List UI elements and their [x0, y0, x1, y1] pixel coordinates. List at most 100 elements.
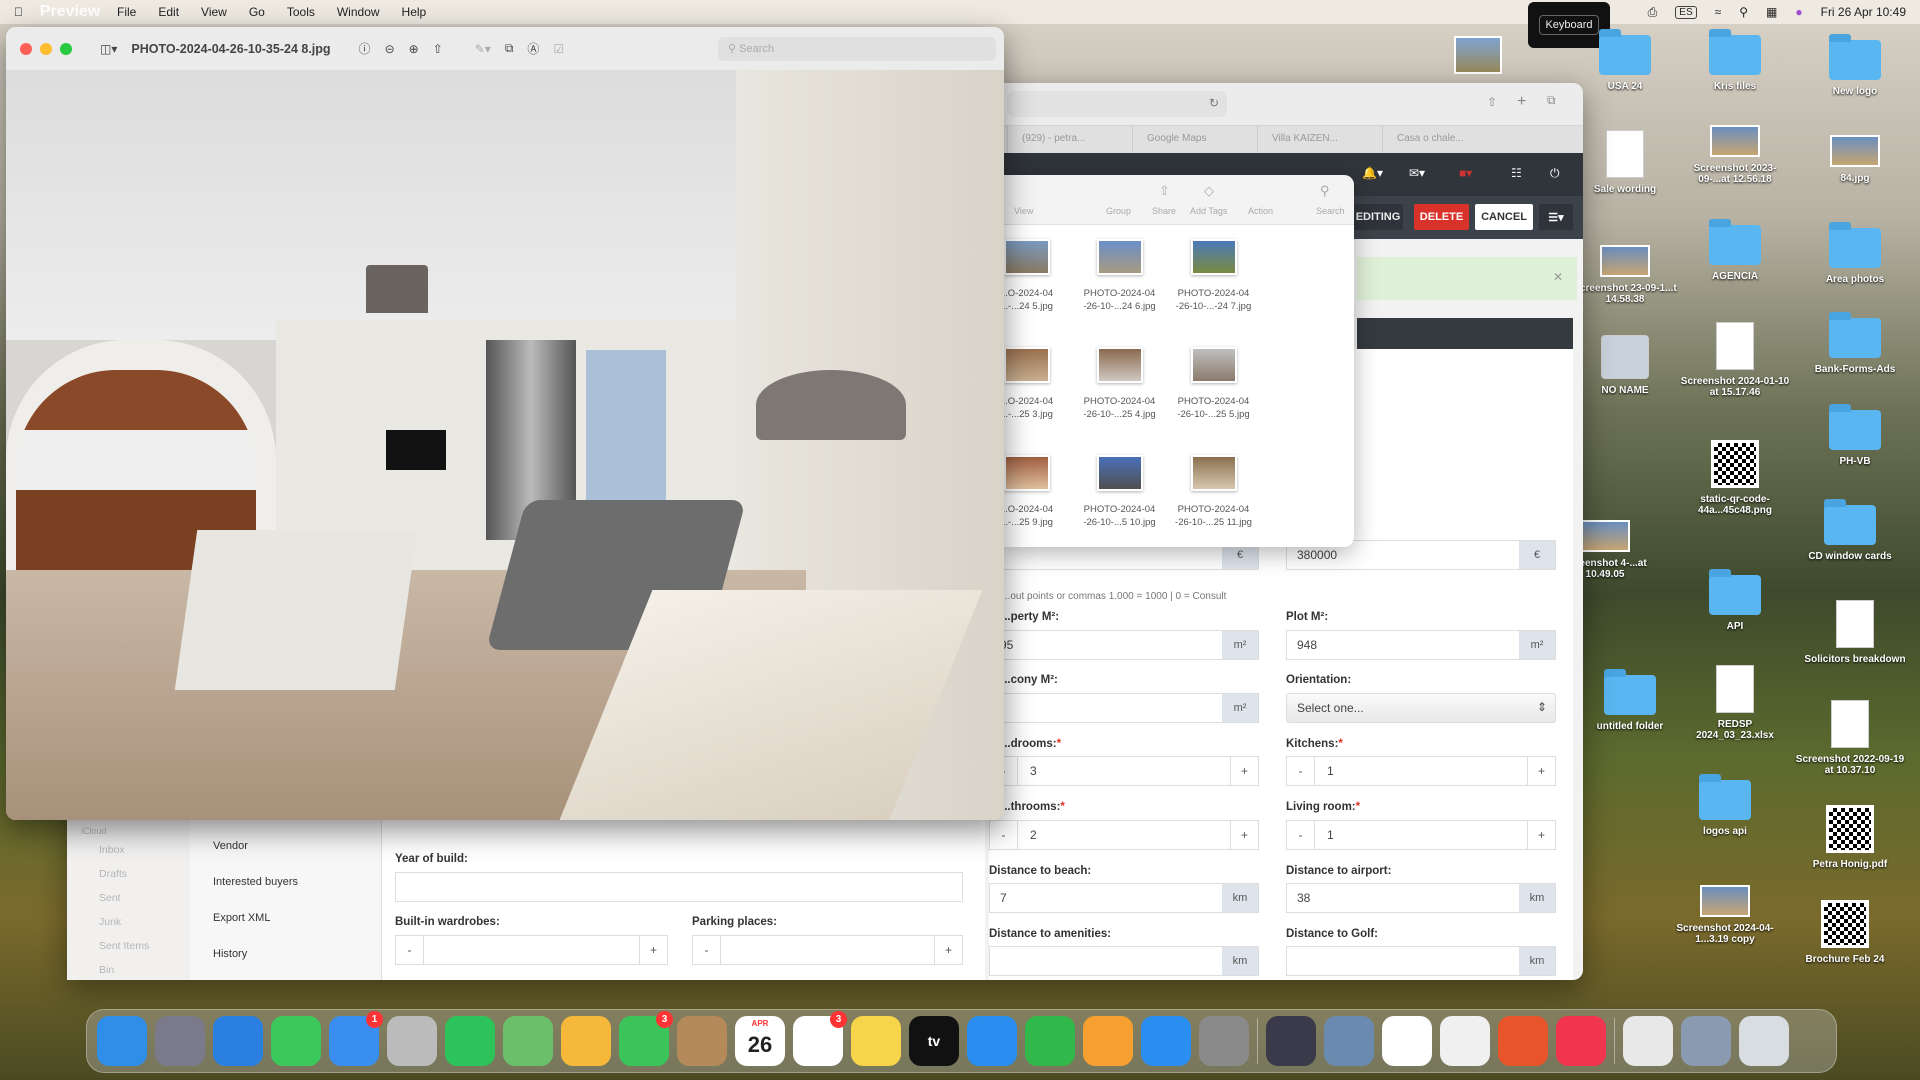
desktop-icon[interactable]: Screenshot 2024-04-1...3.19 copy [1670, 885, 1780, 945]
dock-keynote-icon[interactable] [967, 1016, 1017, 1066]
menu-edit[interactable]: Edit [158, 5, 179, 19]
desktop-icon[interactable]: API [1680, 569, 1790, 632]
new-tab-icon[interactable]: + [1517, 93, 1526, 111]
bathrooms-stepper[interactable]: -2 + [989, 820, 1259, 850]
distance-amenities-input[interactable]: km [989, 946, 1259, 976]
dock-textedit-icon[interactable] [1440, 1016, 1490, 1066]
increment-button[interactable]: + [1230, 821, 1258, 849]
tab[interactable]: Casa o chale... [1382, 126, 1507, 153]
desktop-icon[interactable]: REDSP 2024_03_23.xlsx [1680, 665, 1790, 741]
dock-finder-icon[interactable] [97, 1016, 147, 1066]
dock-app-store-icon[interactable] [1141, 1016, 1191, 1066]
zoom-button[interactable] [60, 42, 72, 55]
dock-maps-icon[interactable] [503, 1016, 553, 1066]
mailbox-bin[interactable]: Bin [81, 958, 190, 982]
stepper-value[interactable]: 1 [1327, 764, 1334, 778]
tab[interactable]: (929) - petra... [1007, 126, 1132, 153]
file-item[interactable]: PHOTO-2024-04 -26-10-...24 6.jpg [1072, 239, 1167, 313]
increment-button[interactable]: + [1527, 757, 1555, 785]
desktop-icon[interactable]: untitled folder [1575, 669, 1685, 732]
desktop-icon[interactable]: Solicitors breakdown [1800, 600, 1910, 665]
wardrobes-stepper[interactable]: - + [395, 935, 668, 965]
dock-notes-icon[interactable] [851, 1016, 901, 1066]
editing-button[interactable]: EDITING [1353, 204, 1403, 230]
desktop-thumbnail[interactable] [1454, 36, 1502, 74]
desktop-icon[interactable]: Sale wording [1570, 130, 1680, 195]
dock-calendar-icon[interactable]: APR 26 [735, 1016, 785, 1066]
reload-icon[interactable]: ↻ [1209, 96, 1219, 110]
menu-window[interactable]: Window [337, 5, 380, 19]
menu-export-xml[interactable]: Export XML [213, 900, 381, 936]
dock-numbers-icon[interactable] [1025, 1016, 1075, 1066]
share-button[interactable]: Share [1152, 206, 1176, 216]
decrement-button[interactable]: - [396, 936, 424, 964]
search-field[interactable]: ⚲ Search [718, 36, 996, 61]
file-item[interactable]: ...O-2024-04 ...-...25 3.jpg [1004, 347, 1074, 421]
balcony-m2-input[interactable]: m² [989, 693, 1259, 723]
living-room-stepper[interactable]: -1 + [1286, 820, 1556, 850]
menu-view[interactable]: View [201, 5, 227, 19]
markup-icon[interactable]: Ⓐ [527, 40, 539, 57]
desktop-icon[interactable]: Screenshot 23-09-1...t 14.58.38 [1570, 245, 1680, 305]
stepper-value[interactable]: 2 [1030, 828, 1037, 842]
desktop-icon[interactable]: Kris files [1680, 29, 1790, 92]
menu-tools[interactable]: Tools [287, 5, 315, 19]
document-status-icon[interactable]: ⎙ [1648, 5, 1658, 20]
menu-interested-buyers[interactable]: Interested buyers [213, 864, 381, 900]
desktop-icon[interactable]: logos api [1670, 774, 1780, 837]
dock-whatsapp-icon[interactable] [445, 1016, 495, 1066]
add-tags-button[interactable]: Add Tags [1190, 206, 1227, 216]
desktop-icon[interactable]: Screenshot 2023-09-...at 12.56.18 [1680, 125, 1790, 185]
desktop-icon[interactable]: AGENCIA [1680, 219, 1790, 282]
form-fill-icon[interactable]: ☑ [553, 42, 564, 56]
sidebar-toggle-icon[interactable]: ◫▾ [100, 42, 117, 56]
desktop-icon[interactable]: 84.jpg [1800, 135, 1910, 184]
input-value[interactable]: 948 [1297, 638, 1317, 652]
plot-m2-input[interactable]: 948 m² [1286, 630, 1556, 660]
file-item[interactable]: PHOTO-2024-04 -26-10-...-24 7.jpg [1166, 239, 1261, 313]
desktop-icon[interactable]: NO NAME [1570, 335, 1680, 396]
desktop-icon[interactable]: USA 24 [1570, 29, 1680, 92]
view-button[interactable]: View [1014, 206, 1033, 216]
desktop-icon[interactable]: Screenshot 2024-01-10 at 15.17.46 [1680, 322, 1790, 398]
desktop-icon[interactable]: New logo [1800, 34, 1910, 97]
dock-apple-tv-icon[interactable]: tv [909, 1016, 959, 1066]
dock-pages-icon[interactable] [1083, 1016, 1133, 1066]
file-item[interactable]: PHOTO-2024-04 -26-10-...25 11.jpg [1166, 455, 1261, 529]
dock-downloads-icon[interactable] [1681, 1016, 1731, 1066]
dock-safari-icon[interactable] [213, 1016, 263, 1066]
dock-quicktime-icon[interactable] [1266, 1016, 1316, 1066]
kitchens-stepper[interactable]: -1 + [1286, 756, 1556, 786]
siri-icon[interactable]: ● [1795, 5, 1802, 19]
share-icon[interactable]: ⇧ [433, 42, 443, 56]
address-bar[interactable]: ↻ [1007, 91, 1227, 117]
desktop-icon[interactable]: Bank-Forms-Ads [1800, 312, 1910, 375]
tag-icon[interactable]: ◇ [1204, 183, 1214, 199]
desktop-icon[interactable]: PH-VB [1800, 404, 1910, 467]
cancel-button[interactable]: CANCEL [1475, 204, 1533, 230]
rotate-icon[interactable]: ⧉ [505, 41, 514, 56]
decrement-button[interactable]: - [693, 936, 721, 964]
file-item[interactable]: PHOTO-2024-04 -26-10-...5 10.jpg [1072, 455, 1167, 529]
file-item[interactable]: ...O-2024-04 ...-...25 9.jpg [1004, 455, 1074, 529]
close-button[interactable] [20, 42, 32, 55]
menu-history[interactable]: History [213, 936, 381, 972]
delete-button[interactable]: DELETE [1414, 204, 1469, 230]
file-item[interactable]: PHOTO-2024-04 -26-10-...25 4.jpg [1072, 347, 1167, 421]
increment-button[interactable]: + [1230, 757, 1258, 785]
info-icon[interactable]: ⓘ [359, 40, 371, 57]
year-input[interactable] [395, 872, 963, 902]
more-menu-button[interactable]: ☰▾ [1539, 204, 1573, 230]
property-m2-input[interactable]: 95 m² [989, 630, 1259, 660]
dock-phone-icon[interactable] [387, 1016, 437, 1066]
mailbox-junk[interactable]: Junk [81, 910, 190, 934]
input-value[interactable]: 380000 [1297, 548, 1337, 562]
control-center-icon[interactable]: ▦ [1766, 5, 1777, 19]
bell-icon[interactable]: 🔔▾ [1362, 166, 1383, 180]
stepper-value[interactable]: 1 [1327, 828, 1334, 842]
increment-button[interactable]: + [934, 936, 962, 964]
input-value[interactable]: 7 [1000, 891, 1007, 905]
input-source[interactable]: ES [1675, 5, 1697, 19]
mail-icon[interactable]: ✉▾ [1409, 166, 1425, 180]
menu-file[interactable]: File [117, 5, 136, 19]
